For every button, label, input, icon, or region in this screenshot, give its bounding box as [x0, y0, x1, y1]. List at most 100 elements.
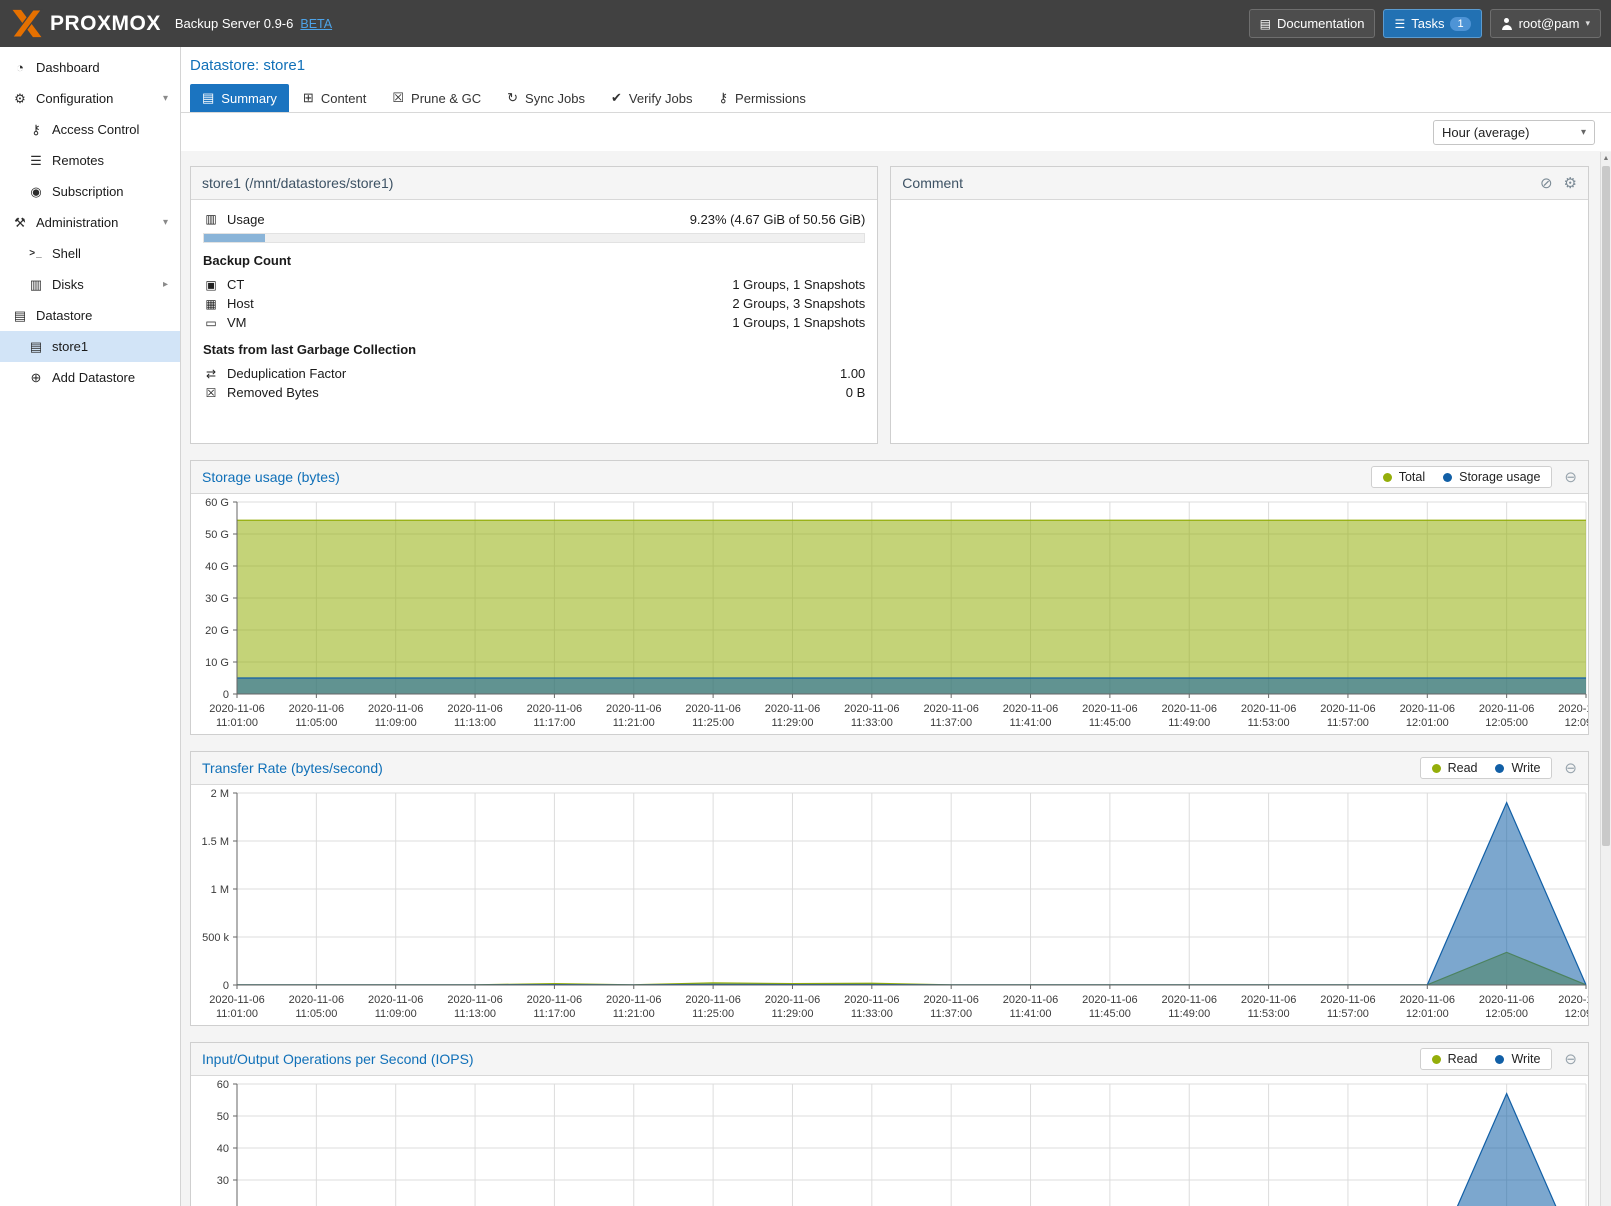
svg-text:2020-11-0611:13:00: 2020-11-0611:13:00 — [447, 994, 502, 1020]
scroll-up-arrow[interactable]: ▲ — [1601, 152, 1611, 165]
sidebar-item-subscription[interactable]: ◉ Subscription — [0, 176, 180, 207]
svg-text:30 G: 30 G — [205, 593, 229, 605]
collapse-icon[interactable]: ⊖ — [1564, 468, 1577, 486]
legend-label: Write — [1511, 761, 1540, 775]
database-icon: ▤ — [11, 308, 29, 324]
sidebar-item-label: Datastore — [36, 308, 92, 323]
legend-dot — [1495, 1055, 1504, 1064]
sidebar-item-dashboard[interactable]: ◔ Dashboard — [0, 52, 180, 83]
tab-verify-jobs[interactable]: ✔ Verify Jobs — [599, 84, 705, 112]
collapse-icon[interactable]: ⊖ — [1564, 759, 1577, 777]
book-icon: ▤ — [1260, 17, 1271, 31]
svg-text:2020-11-0611:09:00: 2020-11-0611:09:00 — [368, 703, 423, 729]
table-row: ☒ Removed Bytes 0 B — [203, 383, 865, 402]
sidebar-item-datastore[interactable]: ▤ Datastore — [0, 300, 180, 331]
key-icon: ⚷ — [27, 122, 45, 138]
scrollable-content: store1 (/mnt/datastores/store1) ▥ Usage … — [181, 151, 1611, 1206]
chevron-down-icon[interactable]: ▾ — [163, 93, 168, 104]
tasks-label: Tasks — [1411, 16, 1444, 31]
tab-content[interactable]: ⊞ Content — [291, 84, 378, 112]
svg-text:2 M: 2 M — [211, 788, 229, 800]
beta-link[interactable]: BETA — [300, 17, 332, 31]
sidebar: ◔ Dashboard ⚙ Configuration ▾ ⚷ Access C… — [0, 47, 181, 1206]
key-icon: ⚷ — [719, 90, 729, 106]
scrollbar-thumb[interactable] — [1602, 166, 1610, 846]
page-header: Datastore: store1 ▤ Summary ⊞ Content ☒ … — [181, 47, 1611, 113]
svg-text:2020-11-0611:33:00: 2020-11-0611:33:00 — [844, 994, 899, 1020]
sidebar-item-label: Shell — [52, 246, 81, 261]
comment-panel: Comment ⊘ ⚙ — [890, 166, 1589, 444]
building-icon: ▦ — [203, 297, 219, 311]
sidebar-item-label: Access Control — [52, 122, 139, 137]
chevron-right-icon[interactable]: ▸ — [163, 279, 168, 290]
sidebar-item-disks[interactable]: ▥ Disks ▸ — [0, 269, 180, 300]
row-value: 2 Groups, 3 Snapshots — [732, 296, 865, 311]
tasks-count-badge: 1 — [1450, 17, 1470, 31]
svg-text:2020-11-0612:09:00: 2020-11-0612:09:00 — [1558, 703, 1588, 729]
server-icon: ☰ — [27, 153, 45, 169]
chart-header: Storage usage (bytes) TotalStorage usage… — [191, 461, 1588, 494]
sidebar-item-add-datastore[interactable]: ⊕ Add Datastore — [0, 362, 180, 393]
edit-comment-icon[interactable]: ⊘ — [1540, 174, 1553, 192]
add-circle-icon: ⊕ — [27, 370, 45, 386]
usage-progress-fill — [204, 234, 265, 242]
tab-sync-jobs[interactable]: ↻ Sync Jobs — [495, 84, 597, 112]
sidebar-item-remotes[interactable]: ☰ Remotes — [0, 145, 180, 176]
sidebar-item-access-control[interactable]: ⚷ Access Control — [0, 114, 180, 145]
chevron-down-icon[interactable]: ▾ — [163, 217, 168, 228]
collapse-icon[interactable]: ⊖ — [1564, 1050, 1577, 1068]
summary-row: store1 (/mnt/datastores/store1) ▥ Usage … — [190, 166, 1589, 444]
svg-text:2020-11-0612:01:00: 2020-11-0612:01:00 — [1400, 994, 1455, 1020]
timeframe-select[interactable]: Hour (average) ▾ — [1433, 120, 1595, 145]
chart-title: Input/Output Operations per Second (IOPS… — [202, 1051, 474, 1067]
chart-area: 010 G20 G30 G40 G50 G60 G2020-11-0611:01… — [191, 494, 1588, 734]
svg-text:2020-11-0611:29:00: 2020-11-0611:29:00 — [765, 994, 820, 1020]
monitor-icon: ▭ — [203, 316, 219, 330]
sidebar-item-shell[interactable]: >_ Shell — [0, 238, 180, 269]
sidebar-item-store1[interactable]: ▤ store1 — [0, 331, 180, 362]
legend-item-storage-usage[interactable]: Storage usage — [1443, 470, 1540, 484]
row-value: 1.00 — [840, 366, 865, 381]
legend-item-write[interactable]: Write — [1495, 1052, 1540, 1066]
vertical-scrollbar[interactable]: ▲ — [1600, 152, 1611, 1206]
legend-item-read[interactable]: Read — [1432, 1052, 1478, 1066]
legend-item-read[interactable]: Read — [1432, 761, 1478, 775]
panel-header: Comment ⊘ ⚙ — [891, 167, 1588, 200]
tab-summary[interactable]: ▤ Summary — [190, 84, 289, 112]
sidebar-item-administration[interactable]: ⚒ Administration ▾ — [0, 207, 180, 238]
documentation-button[interactable]: ▤ Documentation — [1249, 9, 1376, 38]
legend-dot — [1432, 764, 1441, 773]
svg-text:40: 40 — [217, 1143, 229, 1155]
logo-text: PROXMOX — [50, 12, 161, 36]
sidebar-item-label: Disks — [52, 277, 84, 292]
chart-svg: 010 G20 G30 G40 G50 G60 G2020-11-0611:01… — [191, 494, 1588, 734]
chart-svg: 01020304050602020-11-0611:01:002020-11-0… — [191, 1076, 1588, 1206]
svg-text:40 G: 40 G — [205, 561, 229, 573]
tab-prune-gc[interactable]: ☒ Prune & GC — [380, 84, 493, 112]
iops-chart-panel: Input/Output Operations per Second (IOPS… — [190, 1042, 1589, 1206]
hdd-icon: ▥ — [203, 212, 219, 226]
user-menu-button[interactable]: root@pam ▾ — [1490, 9, 1601, 38]
sync-icon: ↻ — [507, 90, 518, 106]
transfer-rate-chart-panel: Transfer Rate (bytes/second) ReadWrite ⊖… — [190, 751, 1589, 1026]
proxmox-logo: PROXMOX — [10, 9, 161, 38]
sidebar-item-label: Administration — [36, 215, 118, 230]
timeframe-value: Hour (average) — [1442, 125, 1529, 140]
check-circle-icon: ✔ — [611, 90, 622, 106]
gear-icon[interactable]: ⚙ — [1564, 174, 1577, 192]
legend-label: Read — [1448, 1052, 1478, 1066]
legend-item-write[interactable]: Write — [1495, 761, 1540, 775]
svg-text:2020-11-0611:45:00: 2020-11-0611:45:00 — [1082, 994, 1137, 1020]
datastore-summary-panel: store1 (/mnt/datastores/store1) ▥ Usage … — [190, 166, 878, 444]
tasks-button[interactable]: ☰ Tasks 1 — [1383, 9, 1481, 38]
svg-text:2020-11-0611:01:00: 2020-11-0611:01:00 — [209, 994, 264, 1020]
row-value: 0 B — [846, 385, 866, 400]
legend-dot — [1495, 764, 1504, 773]
sidebar-item-configuration[interactable]: ⚙ Configuration ▾ — [0, 83, 180, 114]
legend-item-total[interactable]: Total — [1383, 470, 1425, 484]
task-list-icon: ☰ — [1394, 17, 1405, 31]
tab-permissions[interactable]: ⚷ Permissions — [707, 84, 818, 112]
svg-text:2020-11-0611:45:00: 2020-11-0611:45:00 — [1082, 703, 1137, 729]
tab-label: Prune & GC — [411, 91, 481, 106]
svg-text:50: 50 — [217, 1111, 229, 1123]
